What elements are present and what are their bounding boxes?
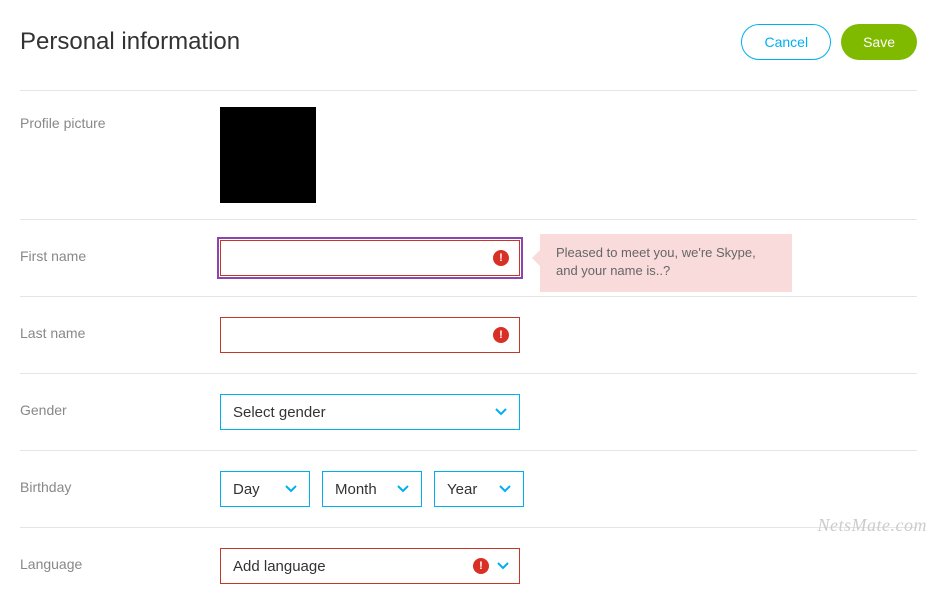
label-last-name: Last name: [20, 317, 220, 341]
chevron-down-icon: [497, 560, 509, 572]
chevron-down-icon: [499, 483, 511, 495]
birthday-year-select[interactable]: Year: [434, 471, 524, 507]
birthday-month-select[interactable]: Month: [322, 471, 422, 507]
watermark: NetsMate.com: [818, 515, 927, 536]
birthday-day-select[interactable]: Day: [220, 471, 310, 507]
row-last-name: Last name !: [20, 297, 917, 374]
field-last-name: !: [220, 317, 917, 353]
row-birthday: Birthday Day Month Year: [20, 451, 917, 528]
last-name-input-wrap[interactable]: !: [220, 317, 520, 353]
page-title: Personal information: [20, 28, 240, 56]
language-select[interactable]: Add language !: [220, 548, 520, 584]
chevron-down-icon: [285, 483, 297, 495]
first-name-input-wrap[interactable]: !: [220, 240, 520, 276]
label-language: Language: [20, 548, 220, 572]
field-gender: Select gender: [220, 394, 917, 430]
gender-select-value: Select gender: [233, 404, 495, 421]
birthday-month-value: Month: [335, 481, 397, 498]
label-gender: Gender: [20, 394, 220, 418]
field-language: Add language !: [220, 548, 917, 584]
save-button[interactable]: Save: [841, 24, 917, 60]
first-name-tooltip: Pleased to meet you, we're Skype, and yo…: [540, 234, 792, 292]
first-name-input[interactable]: [231, 241, 509, 275]
row-language: Language Add language !: [20, 528, 917, 604]
label-birthday: Birthday: [20, 471, 220, 495]
row-first-name: First name ! Pleased to meet you, we're …: [20, 220, 917, 297]
error-icon: !: [493, 250, 509, 266]
label-profile-picture: Profile picture: [20, 107, 220, 131]
header-buttons: Cancel Save: [741, 24, 917, 60]
birthday-day-value: Day: [233, 481, 285, 498]
gender-select[interactable]: Select gender: [220, 394, 520, 430]
label-first-name: First name: [20, 240, 220, 264]
chevron-down-icon: [397, 483, 409, 495]
field-profile-picture: [220, 107, 917, 203]
error-icon: !: [493, 327, 509, 343]
last-name-input[interactable]: [231, 318, 509, 352]
field-birthday: Day Month Year: [220, 471, 917, 507]
chevron-down-icon: [495, 406, 507, 418]
birthday-year-value: Year: [447, 481, 499, 498]
row-profile-picture: Profile picture: [20, 91, 917, 220]
language-select-value: Add language: [233, 558, 507, 575]
row-gender: Gender Select gender: [20, 374, 917, 451]
avatar[interactable]: [220, 107, 316, 203]
cancel-button[interactable]: Cancel: [741, 24, 831, 60]
field-first-name: ! Pleased to meet you, we're Skype, and …: [220, 240, 917, 276]
error-icon: !: [473, 558, 489, 574]
